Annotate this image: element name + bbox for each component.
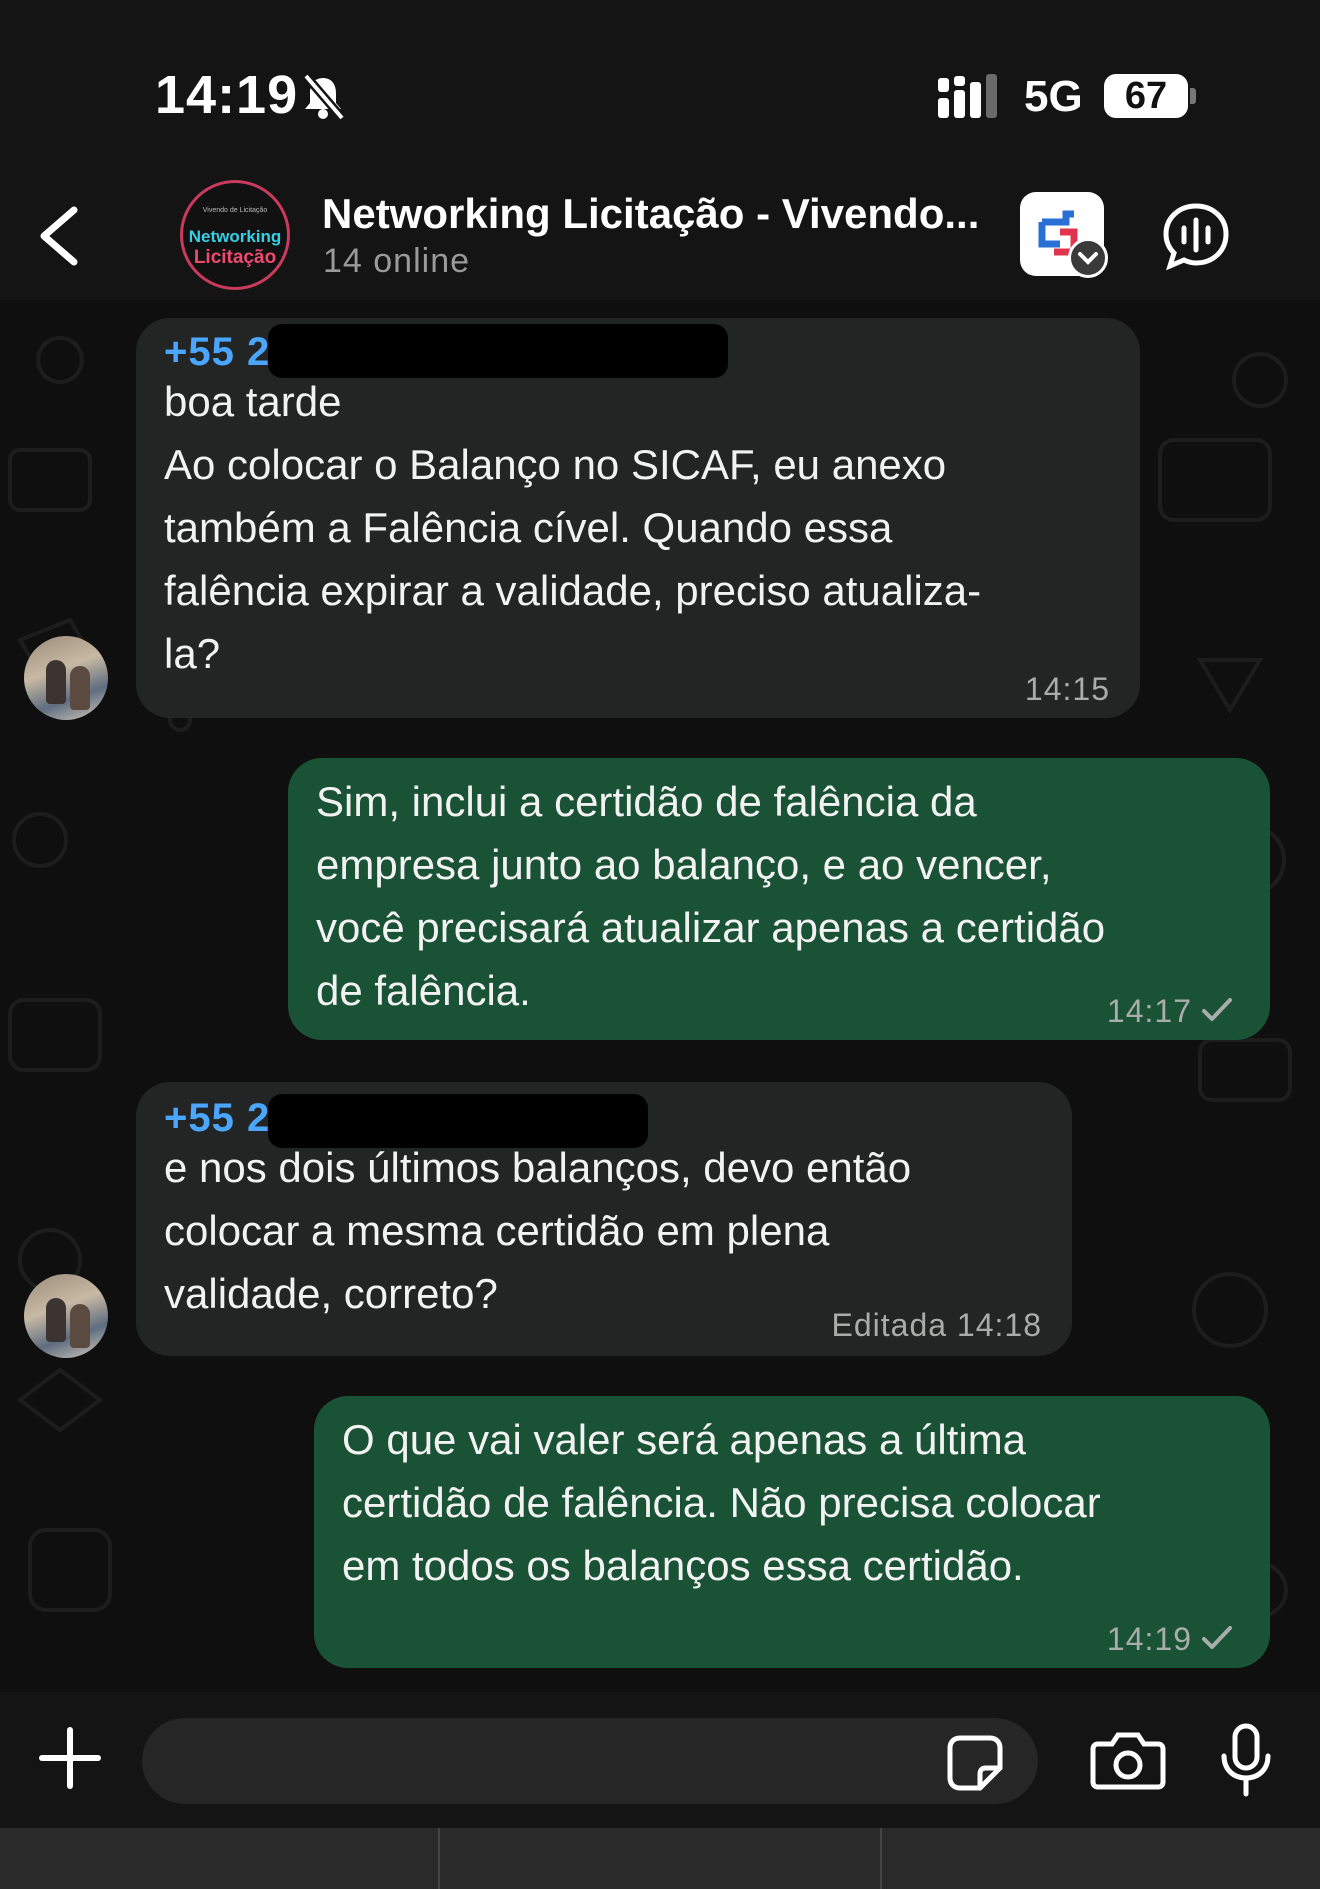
battery-icon: 67 [1104,74,1188,118]
bell-off-icon [302,73,346,121]
separator [880,1828,882,1889]
status-bar: 14:19 5G 67 [0,0,1320,170]
member-avatar[interactable] [24,1274,108,1358]
avatar-line1: Networking [188,227,282,246]
avatar-top-text: Vivendo de Licitação [202,207,268,214]
voice-call-icon[interactable] [1160,200,1232,272]
plus-icon[interactable] [38,1726,102,1790]
back-icon[interactable] [30,198,100,274]
camera-icon[interactable] [1090,1730,1166,1790]
group-avatar[interactable]: Vivendo de Licitação Networking Licitaçã… [180,180,290,290]
signal-icon [938,74,997,118]
microphone-icon[interactable] [1218,1722,1274,1798]
check-badge-icon [1068,238,1108,278]
message-meta: Editada 14:18 [832,1307,1043,1344]
avatar-line2: Licitação [193,247,277,268]
status-time: 14:19 [155,65,299,125]
message-meta: 14:19 [1107,1621,1234,1658]
message-text: e nos dois últimos balanços, devo então … [164,1144,912,1317]
separator [438,1828,440,1889]
edited-label: Editada [831,1307,948,1343]
message-time: 14:17 [1106,993,1192,1029]
keyboard-strip [0,1828,1320,1889]
group-title[interactable]: Networking Licitação - Vivendo... [322,190,1002,238]
message-bubble-outgoing[interactable]: Sim, inclui a certidão de falência da em… [288,758,1270,1040]
chat-area[interactable]: +55 22 boa tarde Ao colocar o Balanço no… [0,300,1320,1692]
message-bubble-incoming[interactable]: +55 22 e nos dois últimos balanços, devo… [136,1082,1072,1356]
sent-check-icon [1202,1626,1232,1649]
battery-cap [1190,88,1196,104]
message-bubble-incoming[interactable]: +55 22 boa tarde Ao colocar o Balanço no… [136,318,1140,718]
message-time: 14:18 [956,1307,1042,1343]
message-text: Sim, inclui a certidão de falência da em… [316,778,1106,1014]
message-time: 14:15 [1024,671,1110,707]
group-subtitle: 14 online [323,242,471,280]
network-label: 5G [1024,72,1083,121]
message-text: boa tarde Ao colocar o Balanço no SICAF,… [164,378,982,677]
message-meta: 14:17 [1107,993,1234,1030]
message-time: 14:19 [1106,1621,1192,1657]
message-input[interactable] [142,1718,1038,1804]
message-bubble-outgoing[interactable]: O que vai valer será apenas a última cer… [314,1396,1270,1668]
chat-header: Vivendo de Licitação Networking Licitaçã… [0,170,1320,300]
input-bar [0,1692,1320,1828]
sent-check-icon [1202,998,1232,1021]
member-avatar[interactable] [24,636,108,720]
message-text: O que vai valer será apenas a última cer… [342,1416,1101,1589]
sticker-icon[interactable] [946,1734,1004,1792]
